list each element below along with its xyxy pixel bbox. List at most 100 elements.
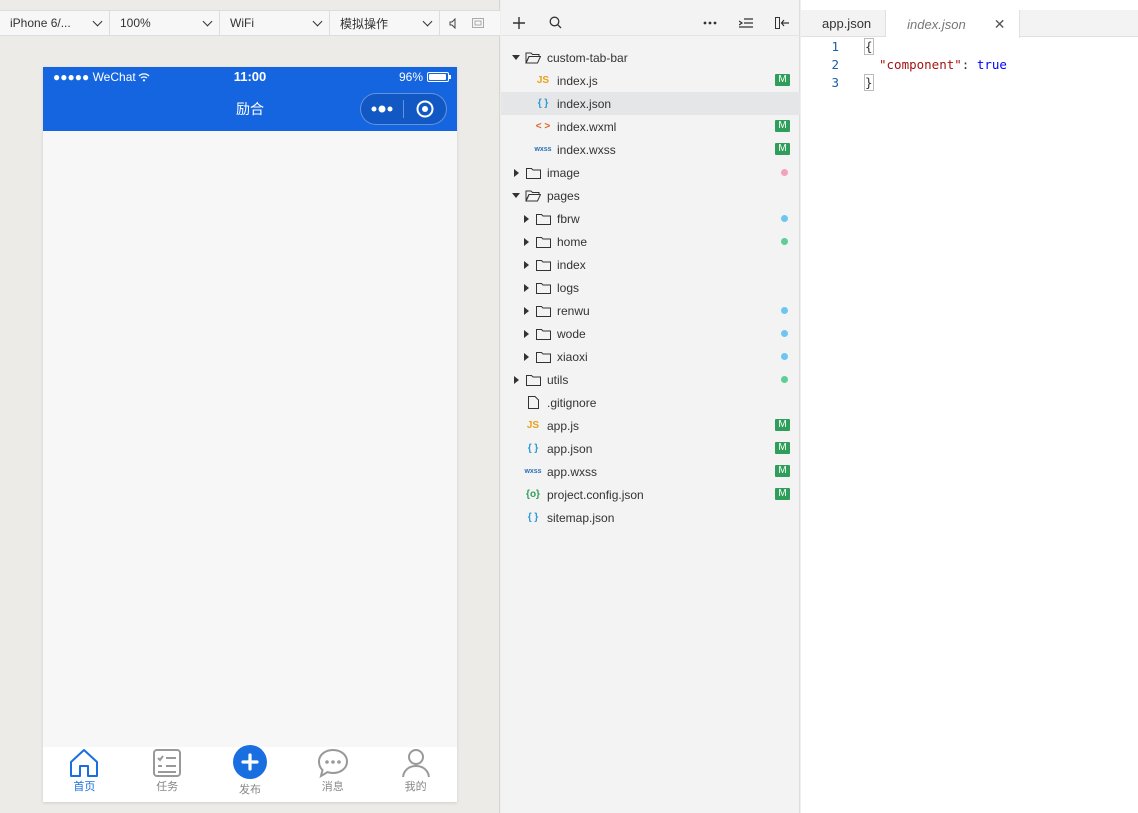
device-select-value: iPhone 6/... [10,16,71,30]
tree-file-gitignore[interactable]: .gitignore [501,391,800,414]
tree-label: app.wxss [547,464,598,479]
json-separator: : [961,56,977,72]
operation-mode-value: 模拟操作 [340,16,389,31]
code-area[interactable]: 1 { 2 "component": true 3 } [801,37,1138,91]
line-number: 1 [831,38,839,54]
tree-folder-custom-tab-bar[interactable]: custom-tab-bar [501,46,800,69]
status-dot [781,215,788,222]
tree-label: utils [547,372,569,387]
tab-index-json[interactable]: index.json ✕ [886,10,1021,38]
js-file-icon: JS [526,420,540,431]
tree-folder-image[interactable]: image [501,161,800,184]
tree-folder-utils[interactable]: utils [501,368,800,391]
tab-mine[interactable]: 我的 [374,747,457,802]
zoom-select[interactable]: 100% [110,10,220,36]
chevron-right-icon [521,214,531,223]
line-number: 3 [831,74,839,90]
modified-badge: M [775,488,790,500]
tree-file-index-wxss[interactable]: wxss index.wxss M [501,138,800,161]
status-dot [781,353,788,360]
tree-file-index-json[interactable]: { } index.json [501,92,800,115]
chevron-right-icon [511,168,521,177]
folder-icon [525,373,541,387]
json-key: "component" [879,56,962,72]
code-text: "component": true [879,57,1007,72]
tree-label: xiaoxi [557,349,588,364]
tree-folder-renwu[interactable]: renwu [501,299,800,322]
tab-app-json[interactable]: app.json [801,10,887,37]
code-line: 2 "component": true [801,55,1138,73]
tree-folder-fbrw[interactable]: fbrw [501,207,800,230]
status-bar: ●●●●● WeChat 11:00 96% [43,67,457,87]
folder-icon [535,350,551,364]
code-text: } [864,73,874,91]
chevron-down-icon [511,193,521,198]
battery-percent: 96% [398,70,423,84]
tab-messages[interactable]: 消息 [291,747,374,802]
modified-badge: M [775,419,790,431]
operation-mode-select[interactable]: 模拟操作 [330,10,440,36]
tab-mine-label: 我的 [404,781,427,793]
chevron-right-icon [521,329,531,338]
folder-icon [535,235,551,249]
search-button[interactable] [537,10,573,36]
volume-icon[interactable] [440,10,468,36]
plus-icon [513,16,525,29]
tab-home[interactable]: 首页 [43,747,126,802]
chevron-down-icon [511,55,521,60]
tab-home-label: 首页 [73,781,96,793]
more-menu-button[interactable] [361,94,403,124]
tree-folder-xiaoxi[interactable]: xiaoxi [501,345,800,368]
tree-file-app-json[interactable]: { } app.json M [501,437,800,460]
tree-label: index.wxml [557,119,617,134]
tab-publish[interactable]: 发布 [209,745,292,802]
tree-folder-wode[interactable]: wode [501,322,800,345]
tree-file-index-js[interactable]: JS index.js M [501,69,800,92]
code-editor: app.json index.json ✕ 1 { 2 "component":… [801,0,1138,813]
close-miniprogram-button[interactable] [404,94,446,124]
code-line: 3 } [801,73,1138,91]
tree-folder-pages[interactable]: pages [501,184,800,207]
tree-label: logs [557,280,580,295]
folder-icon [535,281,551,295]
home-icon [67,747,101,778]
tree-label: pages [547,188,580,203]
wxss-file-icon: wxss [534,146,552,153]
tree-folder-logs[interactable]: logs [501,276,800,299]
tree-folder-index[interactable]: index [501,253,800,276]
tree-file-app-wxss[interactable]: wxss app.wxss M [501,460,800,483]
wxml-file-icon: < > [535,121,551,132]
chevron-down-icon [422,16,433,26]
tab-tasks[interactable]: 任务 [126,747,209,802]
device-select[interactable]: iPhone 6/... [0,10,110,36]
chevron-right-icon [511,375,521,384]
plus-circle-icon [232,745,267,779]
json-value: true [976,56,1007,72]
tree-label: app.js [547,418,580,433]
tree-folder-home[interactable]: home [501,230,800,253]
tab-messages-label: 消息 [321,781,344,793]
collapse-list-icon [739,17,753,28]
network-select[interactable]: WiFi [220,10,330,36]
tree-file-sitemap-json[interactable]: { } sitemap.json [501,506,800,529]
phone-screen: ●●●●● WeChat 11:00 96% 励合 首页 任务 发布 消息 我的 [43,67,457,802]
more-actions-button[interactable] [692,10,728,36]
phone-header: ●●●●● WeChat 11:00 96% 励合 [43,67,457,131]
close-icon[interactable]: ✕ [994,16,1006,33]
add-file-button[interactable] [501,10,537,36]
tree-file-project-config[interactable]: {o} project.config.json M [501,483,800,506]
status-dot [781,307,788,314]
toggle-panel-button[interactable] [764,10,800,36]
folder-open-icon [525,189,541,203]
tree-file-index-wxml[interactable]: < > index.wxml M [501,115,800,138]
tab-label: app.json [822,16,872,31]
window-icon[interactable] [468,10,488,36]
tree-label: index [557,257,586,272]
modified-badge: M [775,74,790,86]
modified-badge: M [775,465,790,477]
chevron-down-icon [312,16,323,26]
target-circle-icon [416,100,434,118]
file-icon [525,396,541,410]
collapse-all-button[interactable] [728,10,764,36]
tree-file-app-js[interactable]: JS app.js M [501,414,800,437]
